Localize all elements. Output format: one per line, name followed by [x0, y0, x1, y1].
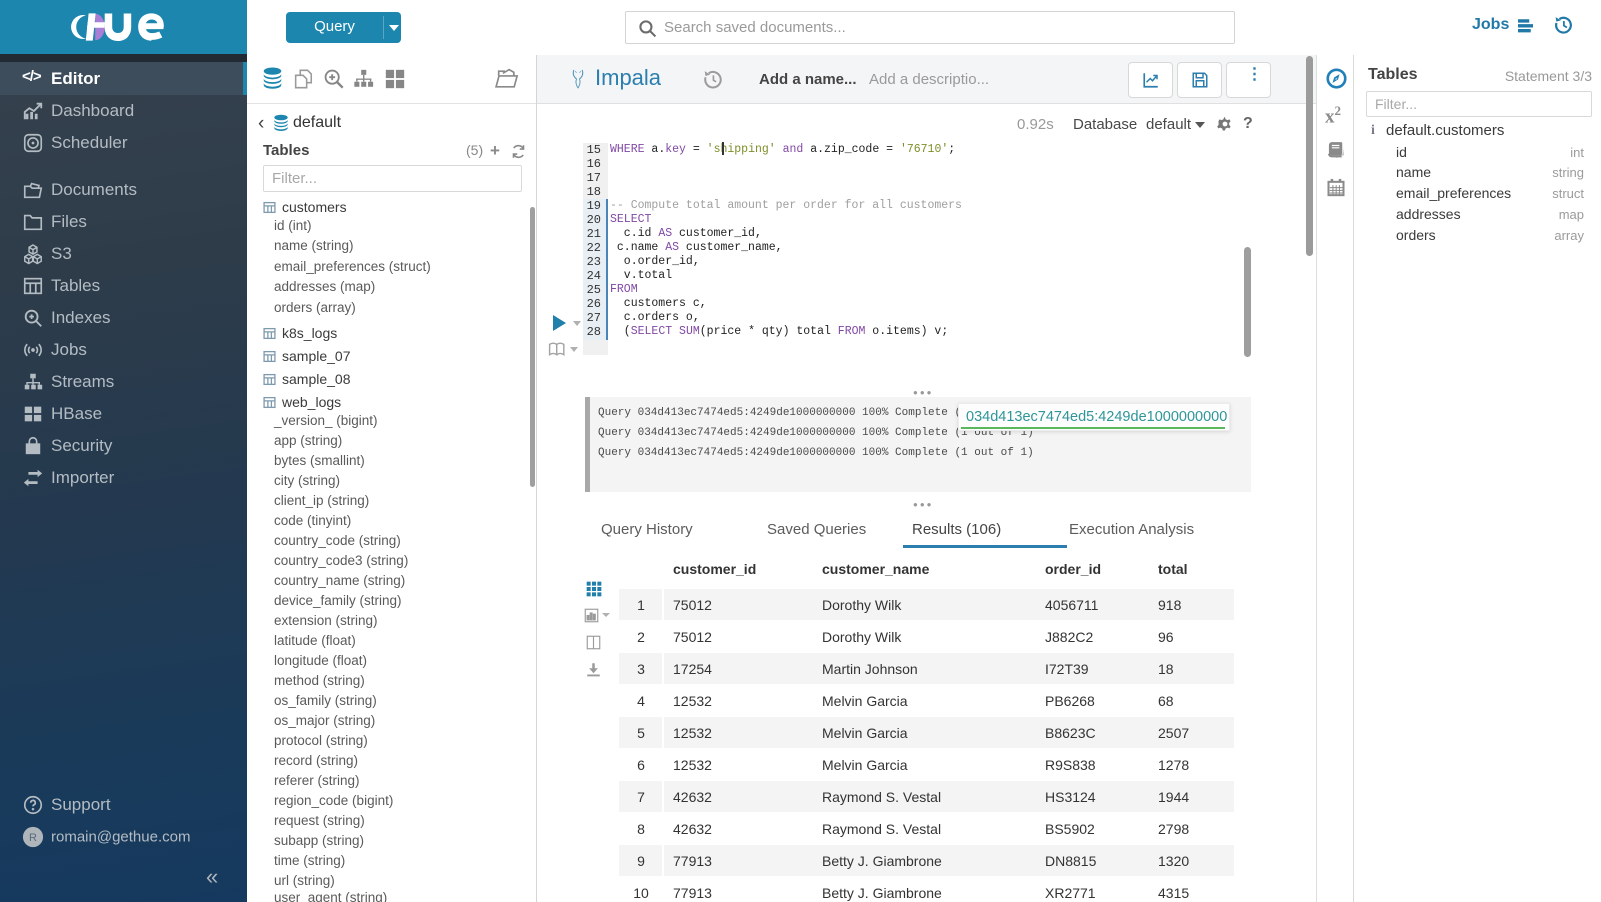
svg-text:R: R — [29, 832, 37, 844]
